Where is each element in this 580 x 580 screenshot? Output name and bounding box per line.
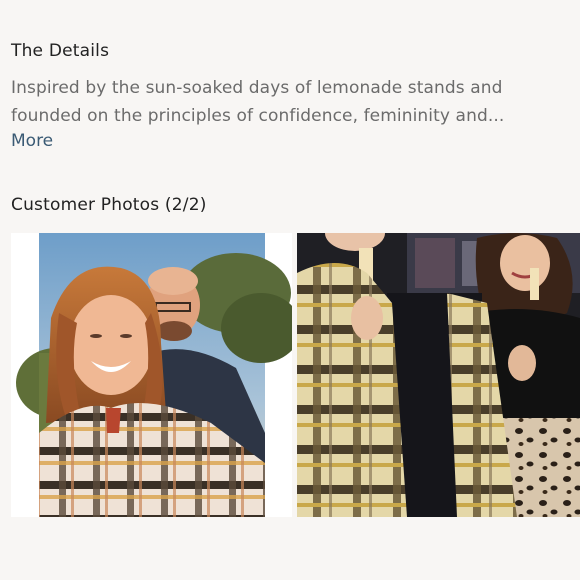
more-link[interactable]: More: [11, 131, 53, 151]
customer-photos-heading: Customer Photos (2/2): [11, 195, 207, 215]
customer-photo-2[interactable]: [297, 233, 580, 517]
customer-photo-1-image: [11, 233, 292, 517]
details-text: Inspired by the sun-soaked days of lemon…: [11, 78, 505, 126]
customer-photo-1[interactable]: [11, 233, 292, 517]
details-heading: The Details: [11, 41, 110, 61]
customer-photo-2-image: [297, 233, 580, 517]
